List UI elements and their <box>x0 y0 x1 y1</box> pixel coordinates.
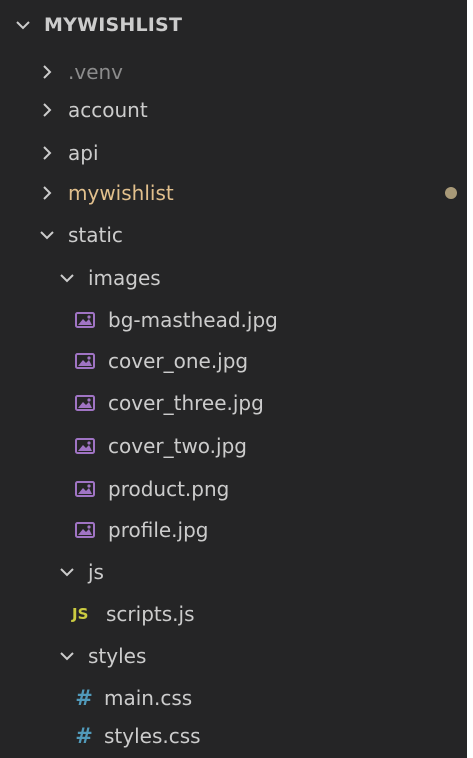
tree-item-label: cover_one.jpg <box>108 349 249 373</box>
chevron-down-icon <box>14 16 32 34</box>
js-file-icon: JS <box>72 605 89 623</box>
tree-item-cover-three[interactable]: cover_three.jpg <box>0 381 467 425</box>
image-file-icon <box>74 311 96 329</box>
chevron-down-icon <box>58 563 76 581</box>
tree-item-api[interactable]: api <box>0 131 467 175</box>
tree-item-cover-two[interactable]: cover_two.jpg <box>0 424 467 468</box>
chevron-right-icon <box>38 63 56 81</box>
tree-item-label: images <box>88 266 161 290</box>
tree-item-scripts-js[interactable]: JS scripts.js <box>0 592 467 636</box>
tree-item-label: js <box>88 560 104 584</box>
tree-item-account[interactable]: account <box>0 88 467 132</box>
tree-item-label: cover_three.jpg <box>108 391 264 415</box>
image-file-icon <box>74 352 96 370</box>
tree-item-profile[interactable]: profile.jpg <box>0 508 467 552</box>
tree-item-product[interactable]: product.png <box>0 467 467 511</box>
tree-item-label: product.png <box>108 477 230 501</box>
chevron-right-icon <box>38 144 56 162</box>
tree-item-bg-masthead[interactable]: bg-masthead.jpg <box>0 298 467 342</box>
chevron-down-icon <box>58 269 76 287</box>
image-file-icon <box>74 480 96 498</box>
image-file-icon <box>74 437 96 455</box>
tree-item-label: bg-masthead.jpg <box>108 308 278 332</box>
chevron-down-icon <box>38 226 56 244</box>
image-file-icon <box>74 521 96 539</box>
chevron-right-icon <box>38 101 56 119</box>
tree-item-label: cover_two.jpg <box>108 434 247 458</box>
tree-item-label: mywishlist <box>68 181 174 205</box>
css-file-icon: # <box>75 686 93 710</box>
tree-item-label: main.css <box>104 686 193 710</box>
explorer-header[interactable]: MYWISHLIST <box>0 0 467 50</box>
image-file-icon <box>74 394 96 412</box>
tree-item-label: .venv <box>68 60 124 84</box>
file-explorer: MYWISHLIST .venv account api mywishlist … <box>0 0 473 758</box>
tree-item-label: static <box>68 223 123 247</box>
tree-item-label: styles.css <box>104 724 201 748</box>
tree-item-label: styles <box>88 644 147 668</box>
tree-item-styles[interactable]: styles <box>0 634 467 678</box>
workspace-title: MYWISHLIST <box>44 14 183 36</box>
tree-item-label: profile.jpg <box>108 518 209 542</box>
tree-item-static[interactable]: static <box>0 213 467 257</box>
tree-item-mywishlist[interactable]: mywishlist <box>0 171 467 215</box>
panel-edge <box>467 0 473 758</box>
tree-item-images[interactable]: images <box>0 256 467 300</box>
tree-item-js[interactable]: js <box>0 550 467 594</box>
tree-item-cover-one[interactable]: cover_one.jpg <box>0 339 467 383</box>
modified-indicator-dot <box>445 187 457 199</box>
tree-item-label: api <box>68 141 99 165</box>
css-file-icon: # <box>75 724 93 748</box>
tree-item-label: account <box>68 98 148 122</box>
chevron-down-icon <box>58 647 76 665</box>
tree-item-styles-css[interactable]: # styles.css <box>0 714 467 758</box>
tree-item-label: scripts.js <box>106 602 195 626</box>
chevron-right-icon <box>38 184 56 202</box>
